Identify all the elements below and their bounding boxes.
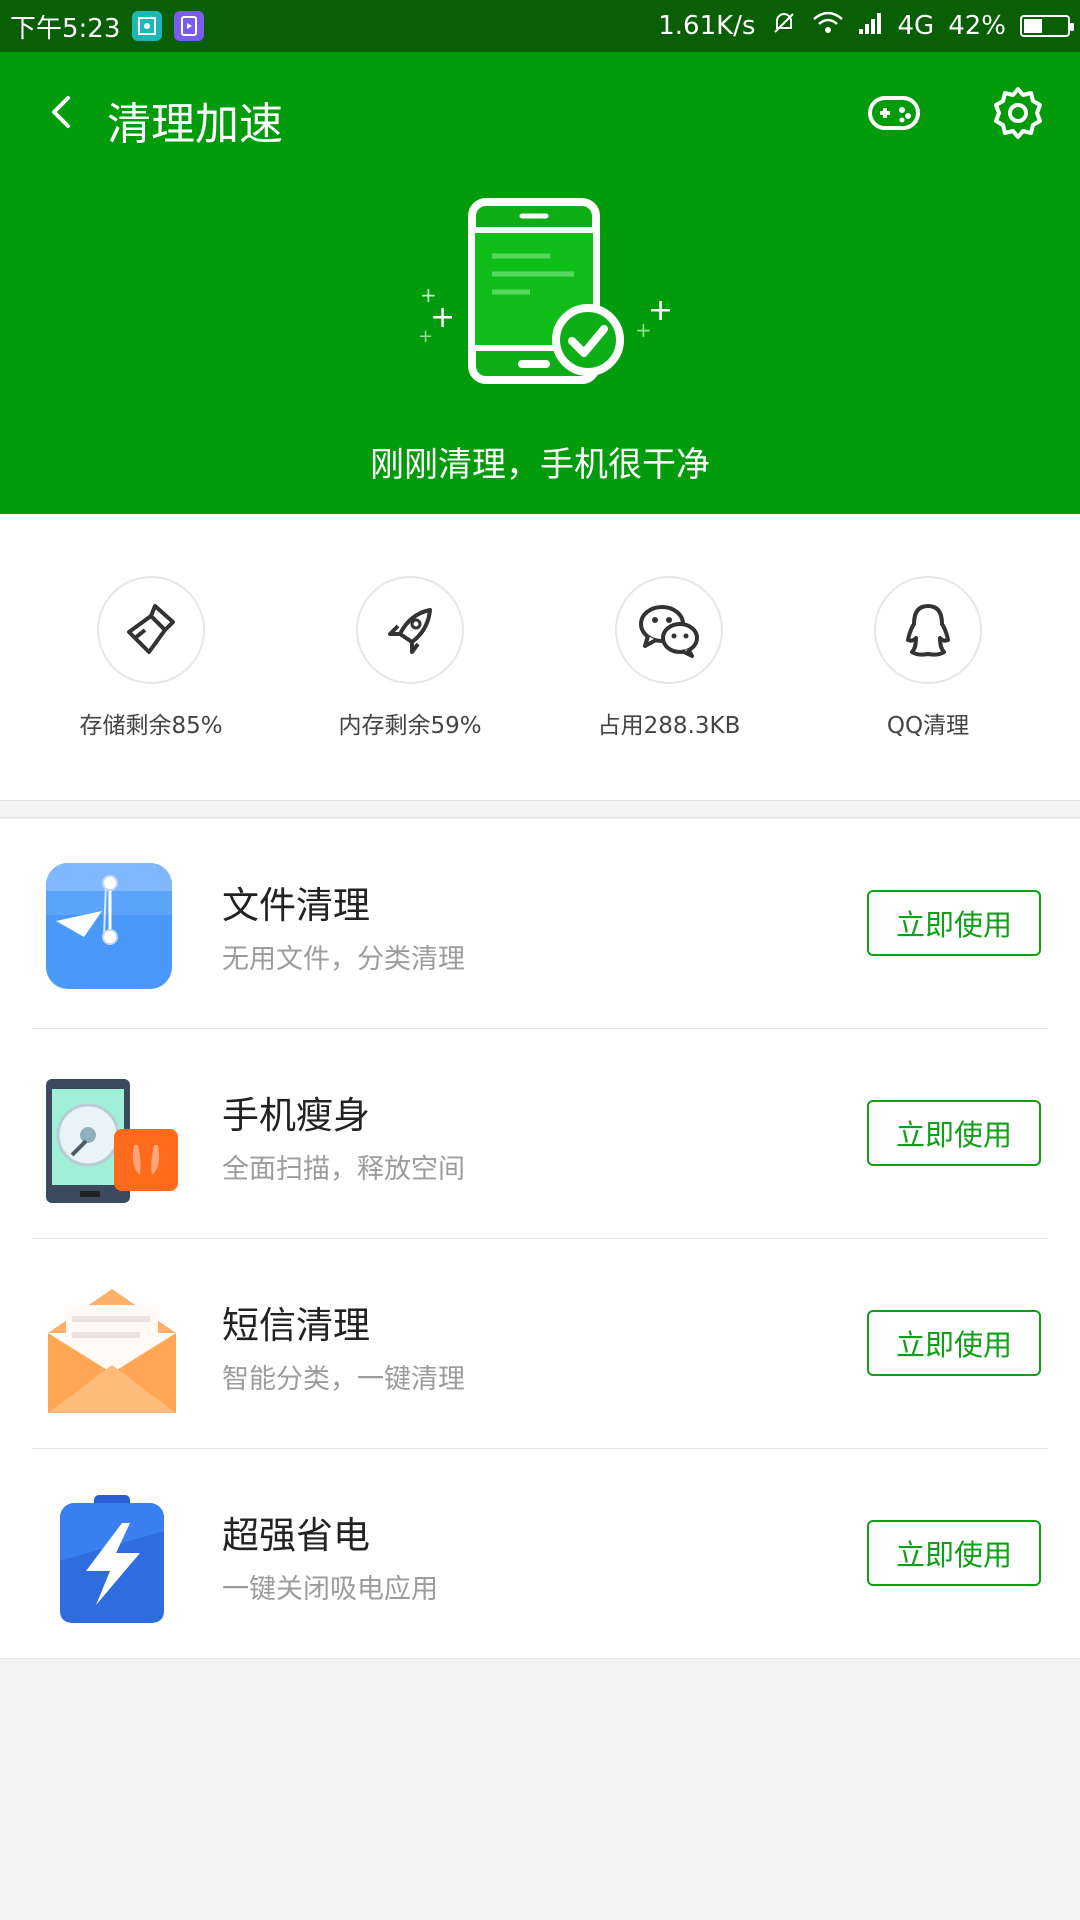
quick-label: 占用288.3KB (597, 713, 741, 739)
header: 清理加速 + + + + + 刚刚清理，手机很干净 (0, 52, 1080, 514)
svg-text:+: + (430, 300, 455, 335)
quick-storage[interactable]: 存储剩余85% (36, 576, 266, 740)
feature-title: 超强省电 (222, 1514, 370, 1557)
file-folder-icon (44, 861, 180, 997)
wechat-icon (615, 576, 723, 684)
battery-bolt-icon (44, 1491, 180, 1627)
network-type: 4G (897, 11, 935, 41)
clean-phone-illustration: + + + + + (410, 192, 680, 452)
phone-slim-icon (44, 1071, 180, 1207)
qq-penguin-icon (874, 576, 982, 684)
feature-desc: 无用文件，分类清理 (222, 944, 465, 975)
net-speed: 1.61K/s (658, 11, 756, 41)
list-item-file-clean[interactable]: 文件清理 无用文件，分类清理 立即使用 (0, 819, 1080, 1029)
gamepad-icon (868, 96, 920, 130)
status-time: 下午5:23 (10, 13, 121, 44)
svg-text:+: + (635, 318, 652, 342)
quick-wechat[interactable]: 占用288.3KB (554, 576, 784, 740)
quick-qq[interactable]: QQ清理 (813, 576, 1043, 740)
quick-label: 存储剩余85% (79, 713, 223, 739)
section-divider (0, 800, 1080, 818)
battery-percent: 42% (948, 11, 1006, 41)
feature-list: 文件清理 无用文件，分类清理 立即使用 手机瘦身 全面扫描，释放空间 立即使用 (0, 819, 1080, 1659)
quick-memory[interactable]: 内存剩余59% (295, 576, 525, 740)
mute-icon (770, 9, 798, 44)
use-now-button[interactable]: 立即使用 (867, 1100, 1041, 1166)
quick-actions: 存储剩余85% 内存剩余59% 占用288.3KB QQ清理 (0, 514, 1080, 800)
page-title: 清理加速 (107, 99, 283, 150)
wifi-icon (812, 10, 844, 43)
status-bar: 下午5:23 1.61K/s 4G 42% (0, 0, 1080, 52)
sms-envelope-icon (44, 1281, 180, 1417)
list-item-phone-slim[interactable]: 手机瘦身 全面扫描，释放空间 立即使用 (0, 1029, 1080, 1239)
feature-title: 手机瘦身 (222, 1094, 370, 1137)
use-now-button[interactable]: 立即使用 (867, 1520, 1041, 1586)
svg-text:+: + (418, 326, 433, 347)
video-app-icon (174, 11, 205, 41)
rocket-icon (356, 576, 464, 684)
feature-title: 文件清理 (222, 884, 370, 927)
svg-text:+: + (648, 293, 673, 328)
settings-button[interactable] (988, 83, 1048, 143)
feature-title: 短信清理 (222, 1304, 370, 1347)
use-now-button[interactable]: 立即使用 (867, 890, 1041, 956)
battery-icon (1020, 15, 1074, 37)
back-button[interactable] (40, 90, 84, 134)
feature-desc: 一键关闭吸电应用 (222, 1574, 438, 1605)
list-item-sms-clean[interactable]: 短信清理 智能分类，一键清理 立即使用 (0, 1239, 1080, 1449)
clean-status-text: 刚刚清理，手机很干净 (370, 445, 710, 485)
quick-label: QQ清理 (886, 713, 970, 739)
gear-icon (994, 87, 1042, 139)
list-item-power-save[interactable]: 超强省电 一键关闭吸电应用 立即使用 (0, 1449, 1080, 1659)
broom-icon (97, 576, 205, 684)
feature-desc: 全面扫描，释放空间 (222, 1154, 465, 1185)
feature-desc: 智能分类，一键清理 (222, 1364, 465, 1395)
scan-app-icon (132, 11, 163, 41)
quick-label: 内存剩余59% (338, 713, 482, 739)
game-mode-button[interactable] (864, 83, 924, 143)
use-now-button[interactable]: 立即使用 (867, 1310, 1041, 1376)
signal-icon (858, 11, 884, 42)
